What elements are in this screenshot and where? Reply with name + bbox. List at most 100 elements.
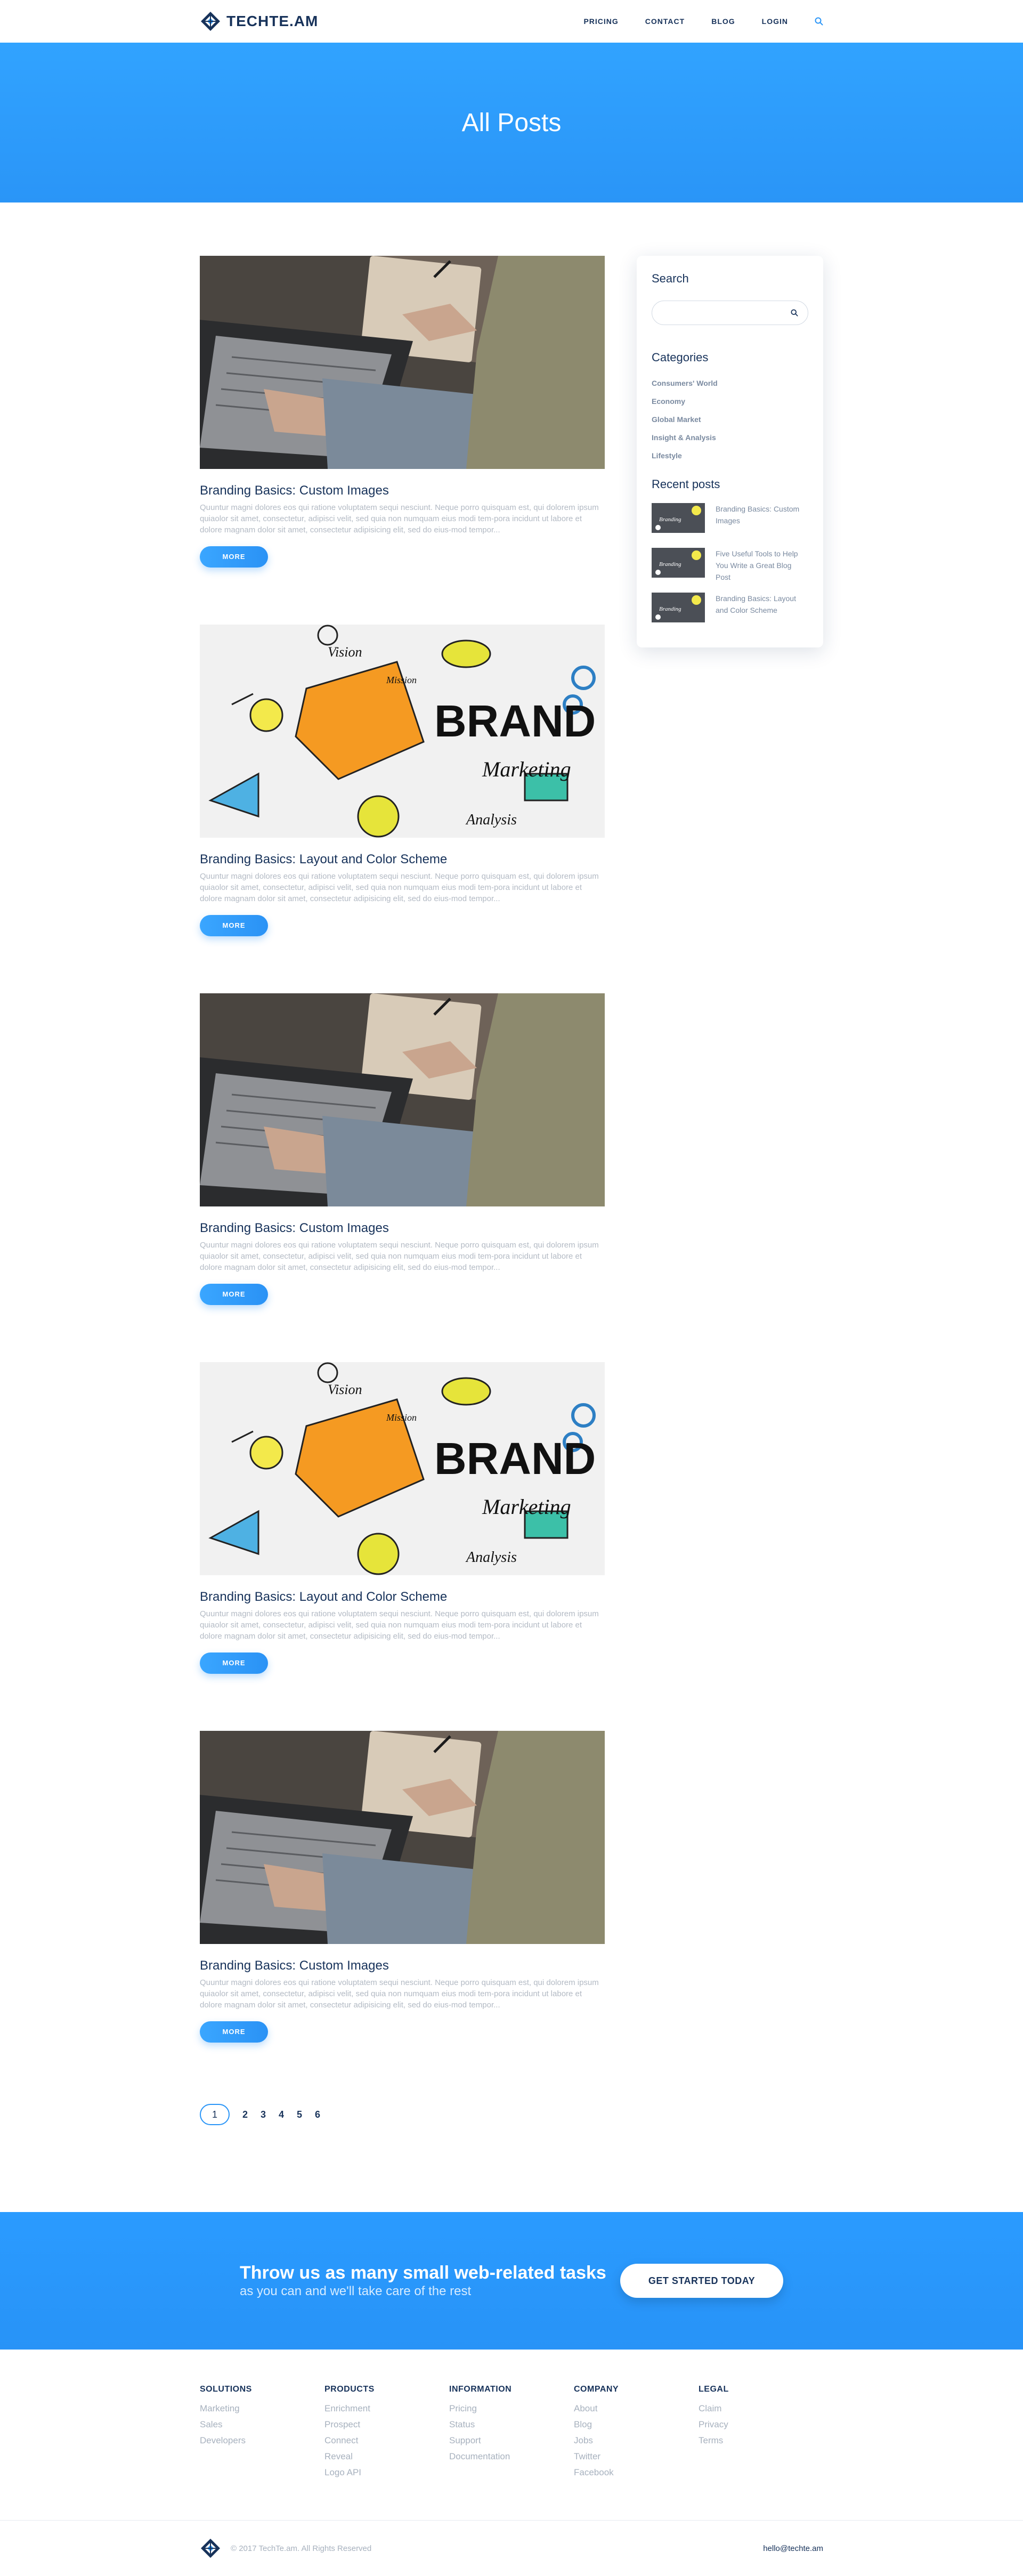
post-excerpt: Quuntur magni dolores eos qui ratione vo… bbox=[200, 1978, 599, 2010]
search-input[interactable] bbox=[662, 308, 790, 318]
recent-post[interactable]: Branding Branding Basics: Layout and Col… bbox=[652, 593, 808, 633]
header-search-button[interactable] bbox=[815, 17, 823, 26]
footer-heading: COMPANY bbox=[574, 2385, 619, 2394]
footer-columns: SOLUTIONS Marketing Sales Developers PRO… bbox=[200, 2350, 823, 2520]
footer-link[interactable]: Pricing bbox=[449, 2401, 574, 2417]
page-link[interactable]: 2 bbox=[236, 2109, 254, 2120]
main-content: Branding Basics: Custom Images Quuntur m… bbox=[200, 202, 823, 2212]
search-heading: Search bbox=[652, 272, 689, 285]
brand-sketch: BRAND Marketing Analysis Vision Mission bbox=[200, 625, 605, 838]
recent-post-title: Five Useful Tools to Help You Write a Gr… bbox=[716, 549, 798, 581]
footer-link[interactable]: Twitter bbox=[574, 2449, 699, 2465]
post-image[interactable] bbox=[200, 1731, 605, 1944]
footer-link[interactable]: Sales bbox=[200, 2417, 324, 2433]
svg-text:Mission: Mission bbox=[386, 1412, 417, 1423]
post-title[interactable]: Branding Basics: Custom Images bbox=[200, 1958, 605, 1974]
footer-link[interactable]: Reveal bbox=[324, 2449, 449, 2465]
footer-link[interactable]: About bbox=[574, 2401, 699, 2417]
post-excerpt: Quuntur magni dolores eos qui ratione vo… bbox=[200, 503, 599, 534]
post-image[interactable]: BRAND Marketing Analysis Vision Mission bbox=[200, 1362, 605, 1575]
post-image[interactable]: BRAND Marketing Analysis Vision Mission bbox=[200, 625, 605, 838]
post-title[interactable]: Branding Basics: Layout and Color Scheme bbox=[200, 1589, 605, 1605]
more-button[interactable]: MORE bbox=[200, 2021, 268, 2043]
logo-icon bbox=[201, 12, 220, 31]
post-title[interactable]: Branding Basics: Custom Images bbox=[200, 483, 605, 499]
footer-bottom: © 2017 TechTe.am. All Rights Reserved he… bbox=[200, 2521, 823, 2576]
footer-heading: LEGAL bbox=[699, 2385, 729, 2394]
site-footer: SOLUTIONS Marketing Sales Developers PRO… bbox=[0, 2350, 1023, 2576]
page-link[interactable]: 3 bbox=[254, 2109, 272, 2120]
nav-blog[interactable]: BLOG bbox=[711, 17, 735, 26]
brand-sketch: BRAND Marketing Analysis Vision Mission bbox=[200, 1362, 605, 1575]
footer-link[interactable]: Developers bbox=[200, 2433, 324, 2449]
post-image[interactable] bbox=[200, 256, 605, 469]
search-icon[interactable] bbox=[791, 309, 798, 317]
nav-pricing[interactable]: PRICING bbox=[583, 17, 618, 26]
page-link[interactable]: 5 bbox=[290, 2109, 308, 2120]
page-link[interactable]: 4 bbox=[272, 2109, 290, 2120]
footer-link[interactable]: Logo API bbox=[324, 2465, 449, 2481]
footer-link[interactable]: Connect bbox=[324, 2433, 449, 2449]
cta-text: Throw us as many small web-related tasks… bbox=[240, 2262, 606, 2299]
post-card: BRAND Marketing Analysis Vision Mission … bbox=[200, 625, 605, 993]
category-link[interactable]: Consumers' World bbox=[652, 374, 808, 392]
more-button[interactable]: MORE bbox=[200, 915, 268, 936]
footer-heading: SOLUTIONS bbox=[200, 2385, 252, 2394]
pagination: 1 2 3 4 5 6 bbox=[200, 2104, 605, 2125]
post-card: Branding Basics: Custom Images Quuntur m… bbox=[200, 1731, 605, 2100]
footer-logo-icon[interactable] bbox=[200, 2538, 221, 2559]
footer-column-products: PRODUCTS Enrichment Prospect Connect Rev… bbox=[324, 2385, 449, 2520]
svg-text:Marketing: Marketing bbox=[482, 1495, 571, 1519]
recent-posts-heading: Recent posts bbox=[652, 477, 720, 491]
nav-contact[interactable]: CONTACT bbox=[645, 17, 685, 26]
footer-link[interactable]: Enrichment bbox=[324, 2401, 449, 2417]
footer-column-information: INFORMATION Pricing Status Support Docum… bbox=[449, 2385, 574, 2520]
footer-link[interactable]: Claim bbox=[699, 2401, 823, 2417]
contact-email-link[interactable]: hello@techte.am bbox=[763, 2544, 823, 2553]
post-image[interactable] bbox=[200, 993, 605, 1206]
site-header: TECHTE.AM PRICING CONTACT BLOG LOGIN bbox=[0, 0, 1023, 43]
category-link[interactable]: Lifestyle bbox=[652, 447, 808, 465]
footer-link[interactable]: Marketing bbox=[200, 2401, 324, 2417]
footer-link[interactable]: Facebook bbox=[574, 2465, 699, 2481]
post-title[interactable]: Branding Basics: Custom Images bbox=[200, 1220, 605, 1236]
post-excerpt: Quuntur magni dolores eos qui ratione vo… bbox=[200, 1241, 599, 1272]
page-link[interactable]: 6 bbox=[308, 2109, 327, 2120]
footer-link[interactable]: Privacy bbox=[699, 2417, 823, 2433]
recent-thumb-text: Branding bbox=[659, 606, 681, 612]
laptop-photo bbox=[200, 993, 605, 1206]
footer-link[interactable]: Documentation bbox=[449, 2449, 574, 2465]
nav-login[interactable]: LOGIN bbox=[762, 17, 788, 26]
sidebar: Search Categories Consumers' World Econo… bbox=[637, 256, 823, 647]
logo[interactable]: TECHTE.AM bbox=[200, 11, 318, 32]
more-button[interactable]: MORE bbox=[200, 1284, 268, 1305]
footer-link[interactable]: Jobs bbox=[574, 2433, 699, 2449]
cta-title: Throw us as many small web-related tasks bbox=[240, 2263, 606, 2283]
footer-link[interactable]: Support bbox=[449, 2433, 574, 2449]
get-started-button[interactable]: GET STARTED TODAY bbox=[620, 2264, 783, 2298]
page-current[interactable]: 1 bbox=[200, 2104, 230, 2125]
recent-post-title: Branding Basics: Layout and Color Scheme bbox=[716, 594, 796, 614]
hero-banner: All Posts bbox=[0, 43, 1023, 202]
footer-link[interactable]: Blog bbox=[574, 2417, 699, 2433]
footer-heading: INFORMATION bbox=[449, 2385, 512, 2394]
category-list: Consumers' World Economy Global Market I… bbox=[652, 374, 808, 465]
recent-post[interactable]: Branding Branding Basics: Custom Images bbox=[652, 503, 808, 544]
category-link[interactable]: Global Market bbox=[652, 410, 808, 428]
recent-thumb-text: Branding bbox=[659, 516, 681, 523]
footer-column-legal: LEGAL Claim Privacy Terms bbox=[699, 2385, 823, 2520]
copyright-text: © 2017 TechTe.am. All Rights Reserved bbox=[231, 2543, 372, 2553]
more-button[interactable]: MORE bbox=[200, 546, 268, 568]
main-nav: PRICING CONTACT BLOG LOGIN bbox=[557, 17, 823, 26]
category-link[interactable]: Economy bbox=[652, 392, 808, 410]
recent-post[interactable]: Branding Five Useful Tools to Help You W… bbox=[652, 548, 808, 588]
post-title[interactable]: Branding Basics: Layout and Color Scheme bbox=[200, 852, 605, 868]
recent-posts-list: Branding Branding Basics: Custom Images … bbox=[652, 503, 808, 633]
post-card: Branding Basics: Custom Images Quuntur m… bbox=[200, 993, 605, 1362]
footer-link[interactable]: Terms bbox=[699, 2433, 823, 2449]
footer-link[interactable]: Prospect bbox=[324, 2417, 449, 2433]
footer-link[interactable]: Status bbox=[449, 2417, 574, 2433]
more-button[interactable]: MORE bbox=[200, 1652, 268, 1674]
category-link[interactable]: Insight & Analysis bbox=[652, 428, 808, 447]
svg-text:Mission: Mission bbox=[386, 675, 417, 685]
